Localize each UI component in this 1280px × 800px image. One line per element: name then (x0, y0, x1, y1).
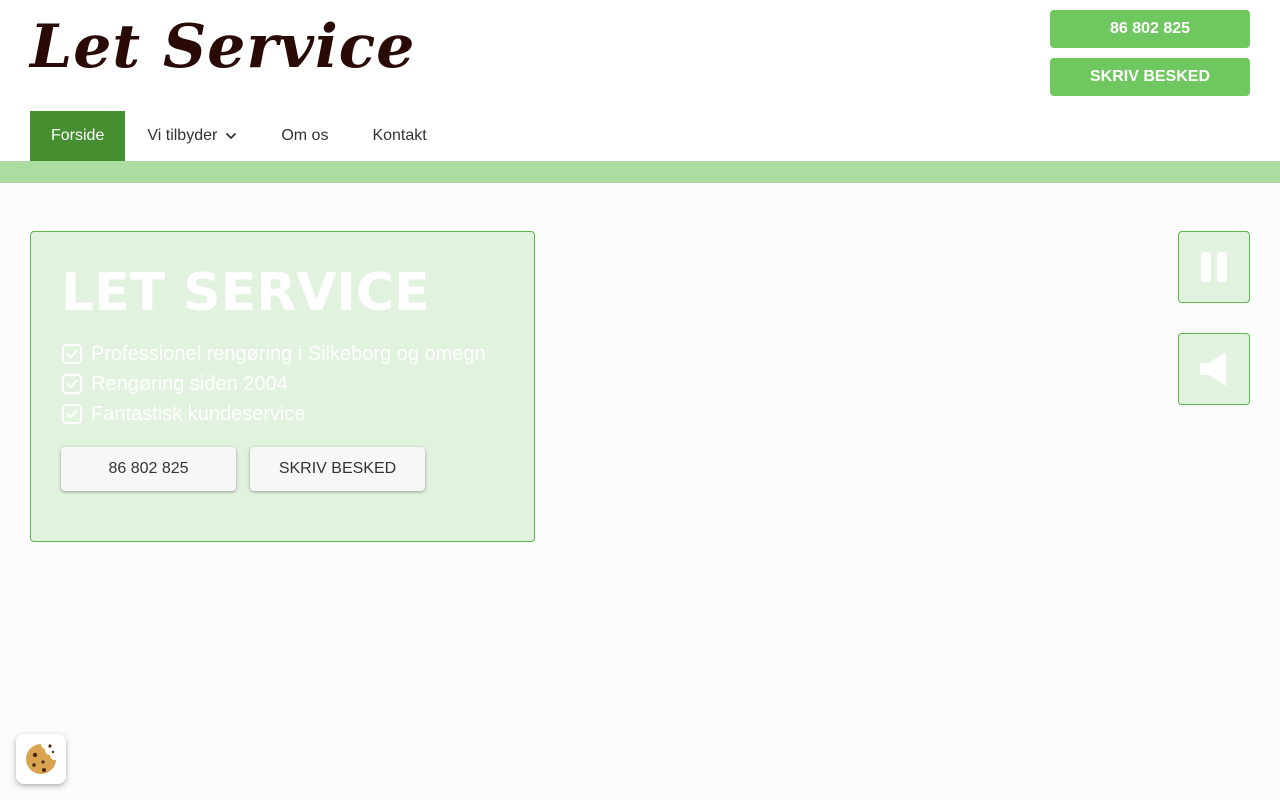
hero-phone-button[interactable]: 86 802 825 (61, 447, 236, 491)
header-band (0, 161, 1280, 183)
chevron-down-icon (226, 133, 237, 139)
pause-icon (1201, 252, 1227, 282)
nav-item-label: Kontakt (372, 127, 427, 144)
hero-card: LET SERVICE Professionel rengøring i Sil… (30, 231, 535, 542)
site-header: Let Service 86 802 825 SKRIV BESKED Fors… (0, 0, 1280, 161)
main-nav: Forside Vi tilbyder Om os Kontakt (30, 111, 449, 161)
feature-list: Professionel rengøring i Silkeborg og om… (61, 339, 486, 429)
nav-item-label: Forside (51, 127, 105, 144)
pause-button[interactable] (1178, 231, 1250, 303)
list-item: Rengøring siden 2004 (61, 369, 486, 399)
feature-text: Fantastisk kundeservice (91, 402, 306, 425)
hero-message-button[interactable]: SKRIV BESKED (250, 447, 425, 491)
hero-title: LET SERVICE (61, 263, 430, 323)
checkbox-checked-icon (62, 404, 82, 424)
header-message-button[interactable]: SKRIV BESKED (1050, 58, 1250, 96)
feature-text: Professionel rengøring i Silkeborg og om… (91, 342, 486, 365)
checkbox-checked-icon (62, 344, 82, 364)
speaker-icon (1200, 352, 1226, 386)
list-item: Fantastisk kundeservice (61, 399, 486, 429)
feature-text: Rengøring siden 2004 (91, 372, 288, 395)
site-logo[interactable]: Let Service (30, 12, 415, 82)
header-phone-button[interactable]: 86 802 825 (1050, 10, 1250, 48)
cookie-consent-button[interactable] (16, 734, 66, 784)
checkbox-checked-icon (62, 374, 82, 394)
nav-item-forside[interactable]: Forside (30, 111, 126, 161)
nav-item-label: Om os (281, 127, 329, 144)
nav-item-label: Vi tilbyder (147, 127, 218, 144)
nav-item-vi-tilbyder[interactable]: Vi tilbyder (125, 111, 259, 161)
sound-button[interactable] (1178, 333, 1250, 405)
cookie-icon (26, 744, 56, 774)
nav-item-kontakt[interactable]: Kontakt (350, 111, 448, 161)
list-item: Professionel rengøring i Silkeborg og om… (61, 339, 486, 369)
nav-item-om-os[interactable]: Om os (259, 111, 350, 161)
